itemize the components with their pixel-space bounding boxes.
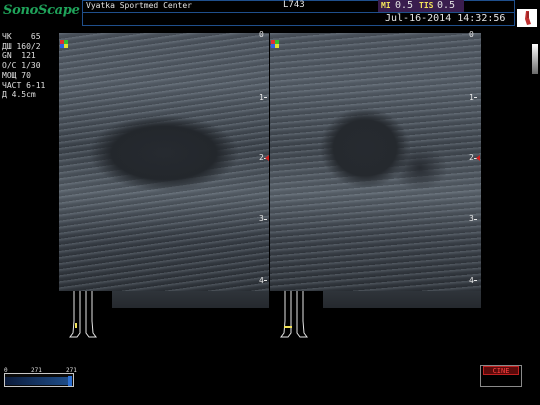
cine-scrollbar-fill	[5, 377, 72, 385]
param-row: МОЩ 70	[2, 71, 45, 81]
ultrasound-image-left-lower	[112, 291, 269, 308]
ultrasound-image-left[interactable]	[59, 33, 269, 291]
param-row: GN 121	[2, 51, 45, 61]
param-value: 4.5cm	[11, 90, 36, 100]
focus-marker-icon	[476, 155, 480, 161]
orientation-icon	[271, 33, 279, 48]
depth-label: 0	[469, 30, 474, 39]
tis-value: 0.5	[437, 0, 456, 11]
grayscale-bar	[532, 44, 538, 74]
orientation-icon	[60, 33, 68, 48]
param-row: Д 4.5cm	[2, 90, 45, 100]
param-value: 6-11	[26, 80, 46, 90]
param-value: 1/30	[21, 61, 41, 71]
param-label: МОЩ	[2, 70, 17, 80]
mi-label: MI	[381, 1, 391, 10]
param-value: 160/2	[16, 41, 41, 51]
param-value: 121	[21, 51, 36, 61]
param-row: ЧАСТ 6-11	[2, 81, 45, 91]
ultrasound-image-right[interactable]	[270, 33, 481, 291]
depth-tick	[264, 219, 267, 220]
depth-tick	[264, 97, 267, 98]
depth-tick	[474, 219, 477, 220]
center-name: Vyatka Sportmed Center	[86, 1, 192, 10]
param-label: ЧК	[2, 32, 12, 41]
focus-marker-icon	[265, 155, 269, 161]
probe-name: L743	[283, 0, 305, 10]
param-list: ЧК 65 ДШ 160/2 GN 121 O/C 1/30 МОЩ 70 ЧА…	[2, 32, 45, 100]
depth-tick	[474, 280, 477, 281]
mi-value: 0.5	[395, 0, 414, 11]
param-label: GN	[2, 51, 12, 61]
param-row: ДШ 160/2	[2, 42, 45, 52]
probe-icon[interactable]	[517, 9, 537, 27]
param-value: 70	[21, 70, 31, 80]
depth-label: 0	[259, 30, 264, 39]
cine-button[interactable]: CINE	[483, 366, 519, 375]
param-label: ЧАСТ	[2, 80, 22, 90]
param-row: ЧК 65	[2, 32, 45, 42]
datetime: Jul-16-2014 14:32:56	[385, 13, 506, 24]
param-label: ДШ	[2, 41, 12, 51]
param-value: 65	[30, 32, 41, 41]
body-mark-legs-icon	[67, 291, 99, 341]
brand-logo: SonoScape	[3, 3, 80, 18]
depth-tick	[474, 97, 477, 98]
param-label: O/C	[2, 61, 17, 71]
tis-label: TIS	[419, 1, 434, 10]
param-row: O/C 1/30	[2, 61, 45, 71]
ultrasound-image-right-lower	[323, 291, 481, 308]
body-mark-legs-icon	[278, 291, 310, 341]
cine-scrollbar-handle[interactable]	[68, 376, 72, 386]
depth-tick	[264, 280, 267, 281]
